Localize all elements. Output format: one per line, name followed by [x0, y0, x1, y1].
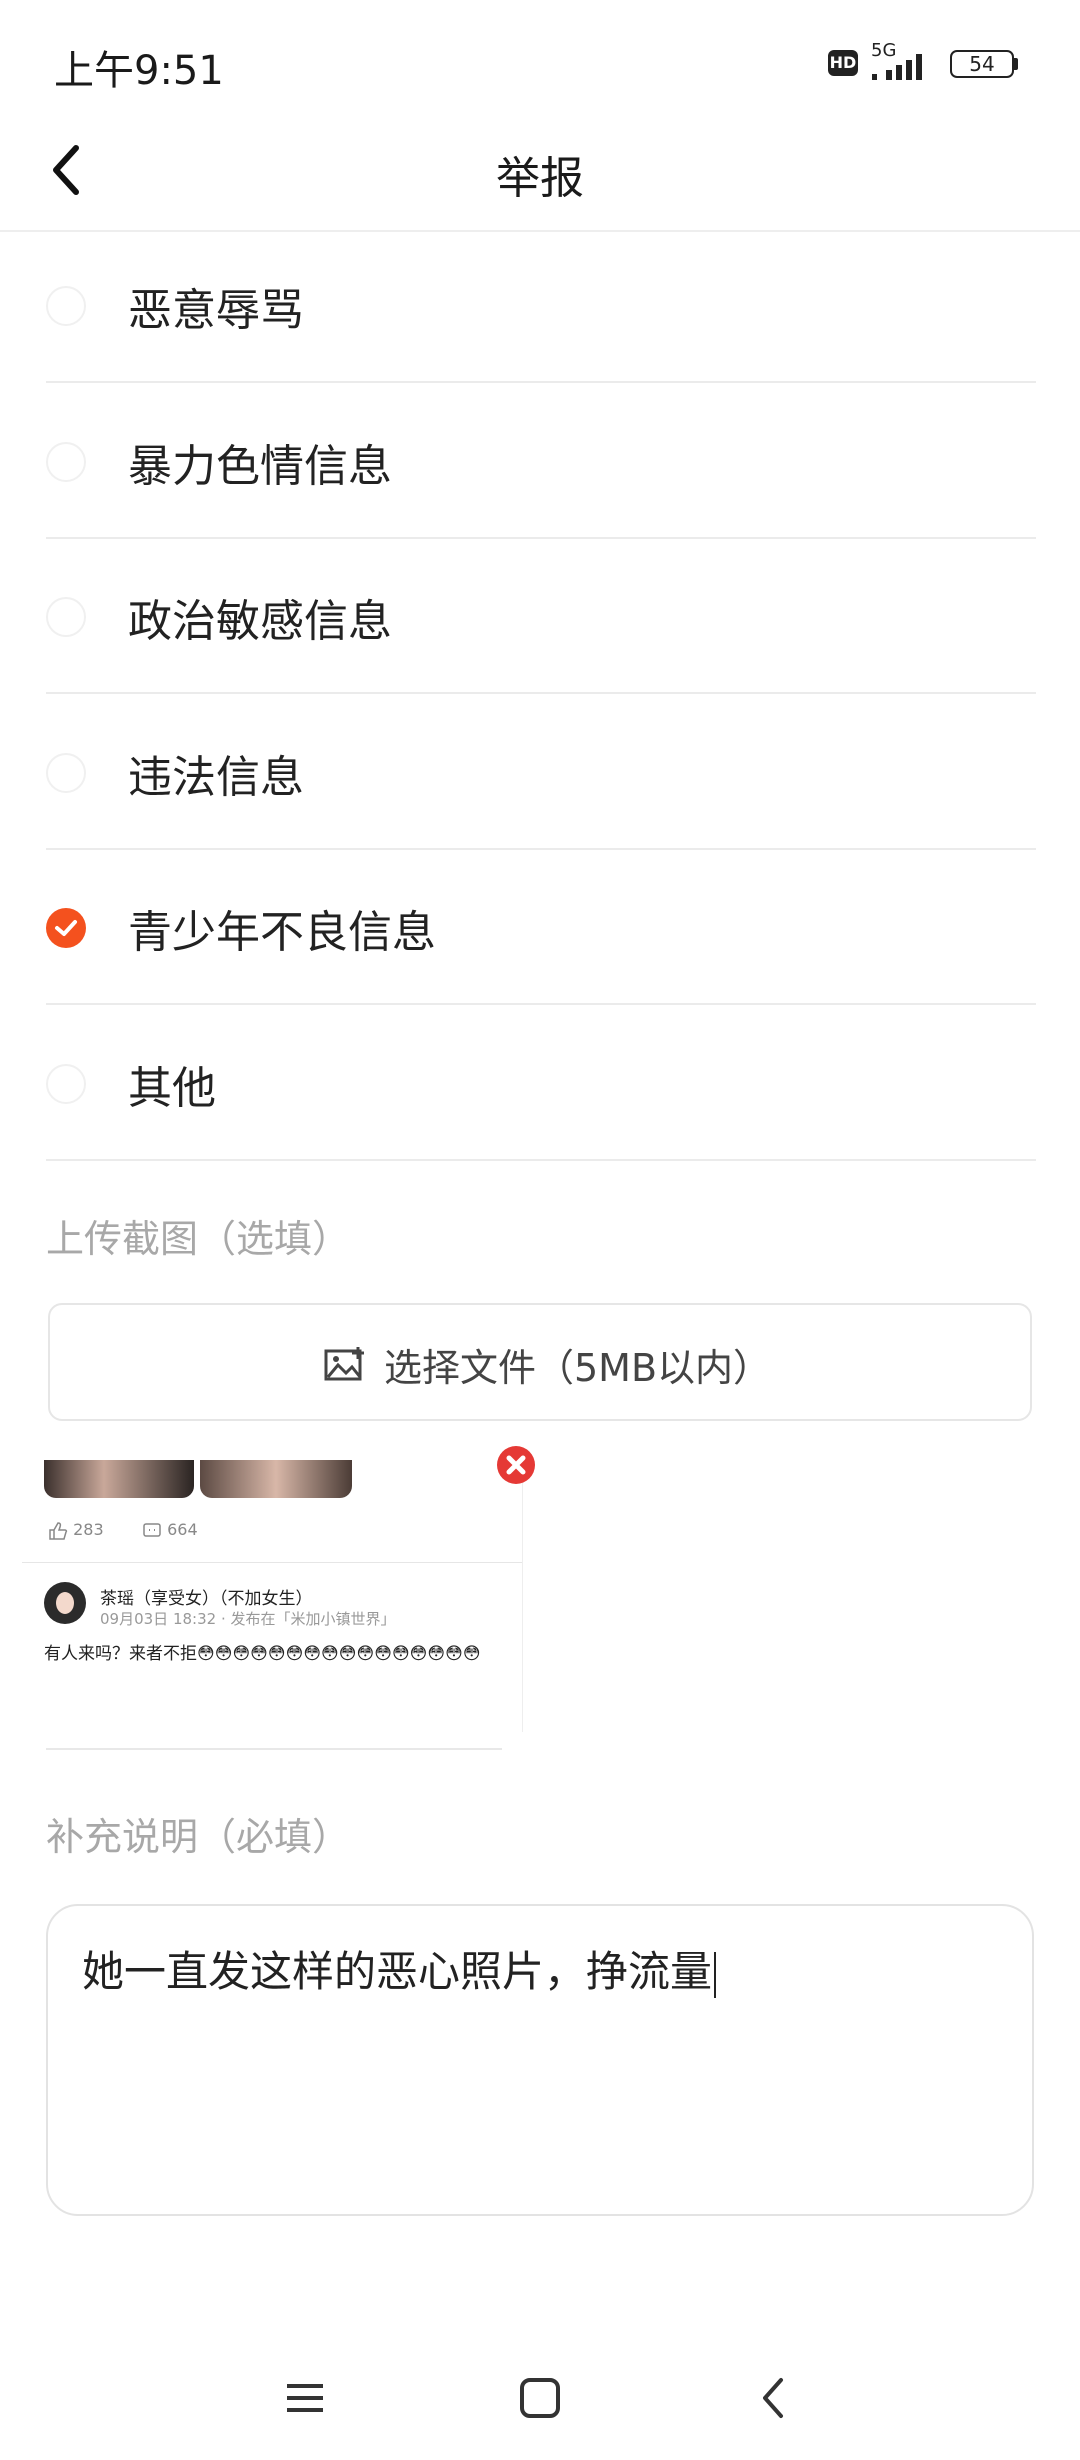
upload-section-title: 上传截图（选填） [46, 1217, 351, 1261]
thumb-photo [200, 1460, 352, 1498]
uploaded-screenshot[interactable]: 283 664 茶瑶（享受女）（不加女生） 09月03日 18:32 · 发布在… [22, 1460, 523, 1732]
battery-icon: 54 [950, 50, 1018, 78]
reason-option[interactable]: 违法信息 [46, 695, 1036, 850]
thumb-photo [44, 1460, 194, 1498]
post-author: 茶瑶（享受女）（不加女生） [100, 1589, 313, 1609]
radio-unchecked-icon[interactable] [46, 752, 86, 793]
radio-unchecked-icon[interactable] [46, 1063, 86, 1104]
close-icon[interactable] [496, 1445, 536, 1485]
radio-unchecked-icon[interactable] [46, 441, 86, 482]
reason-label: 违法信息 [128, 751, 304, 803]
reason-option[interactable]: 政治敏感信息 [46, 539, 1036, 694]
note-textarea[interactable]: 她一直发这样的恶心照片，挣流量 [46, 1904, 1034, 2216]
home-icon[interactable] [510, 2368, 570, 2428]
comment-icon [143, 1522, 161, 1537]
reason-option[interactable]: 恶意辱骂 [46, 228, 1036, 383]
note-section-title: 补充说明（必填） [46, 1815, 351, 1859]
choose-file-button[interactable]: 选择文件（5MB以内） [48, 1303, 1032, 1421]
reason-label: 暴力色情信息 [128, 440, 392, 492]
hd-badge: HD [828, 50, 858, 76]
post-body: 有人来吗？来者不拒😳😳😳😳😳😳😳😳😳😳😳😳😳😳😳😳 [44, 1644, 481, 1664]
nav-back-icon[interactable] [745, 2368, 805, 2428]
reason-label: 政治敏感信息 [128, 596, 392, 647]
thumb-divider [46, 1748, 502, 1750]
post-meta: 09月03日 18:32 · 发布在「米加小镇世界」 [100, 1610, 396, 1628]
radio-unchecked-icon[interactable] [46, 597, 86, 637]
choose-file-label: 选择文件（5MB以内） [384, 1346, 772, 1390]
reason-label: 恶意辱骂 [128, 285, 304, 336]
divider [46, 1158, 1036, 1161]
note-value: 她一直发这样的恶心照片，挣流量 [82, 1938, 717, 1999]
reason-option[interactable]: 暴力色情信息 [46, 384, 1036, 539]
battery-level: 54 [950, 50, 1014, 78]
status-time: 上午9:51 [54, 48, 224, 94]
avatar [44, 1582, 86, 1624]
menu-icon[interactable] [275, 2368, 335, 2428]
reason-label: 青少年不良信息 [128, 907, 436, 958]
like-icon [49, 1521, 68, 1540]
reason-option[interactable]: 其他 [46, 1006, 1036, 1161]
reason-option[interactable]: 青少年不良信息 [46, 850, 1036, 1005]
radio-unchecked-icon[interactable] [46, 286, 86, 326]
signal-icon [872, 54, 922, 80]
comment-count: 664 [142, 1520, 198, 1540]
system-nav-bar [0, 2360, 1080, 2440]
reason-label: 其他 [128, 1062, 216, 1114]
radio-checked-icon[interactable] [46, 908, 86, 948]
text-caret [714, 1951, 717, 1998]
image-icon [324, 1347, 364, 1381]
page-title: 举报 [496, 153, 584, 204]
like-count: 283 [48, 1520, 104, 1540]
